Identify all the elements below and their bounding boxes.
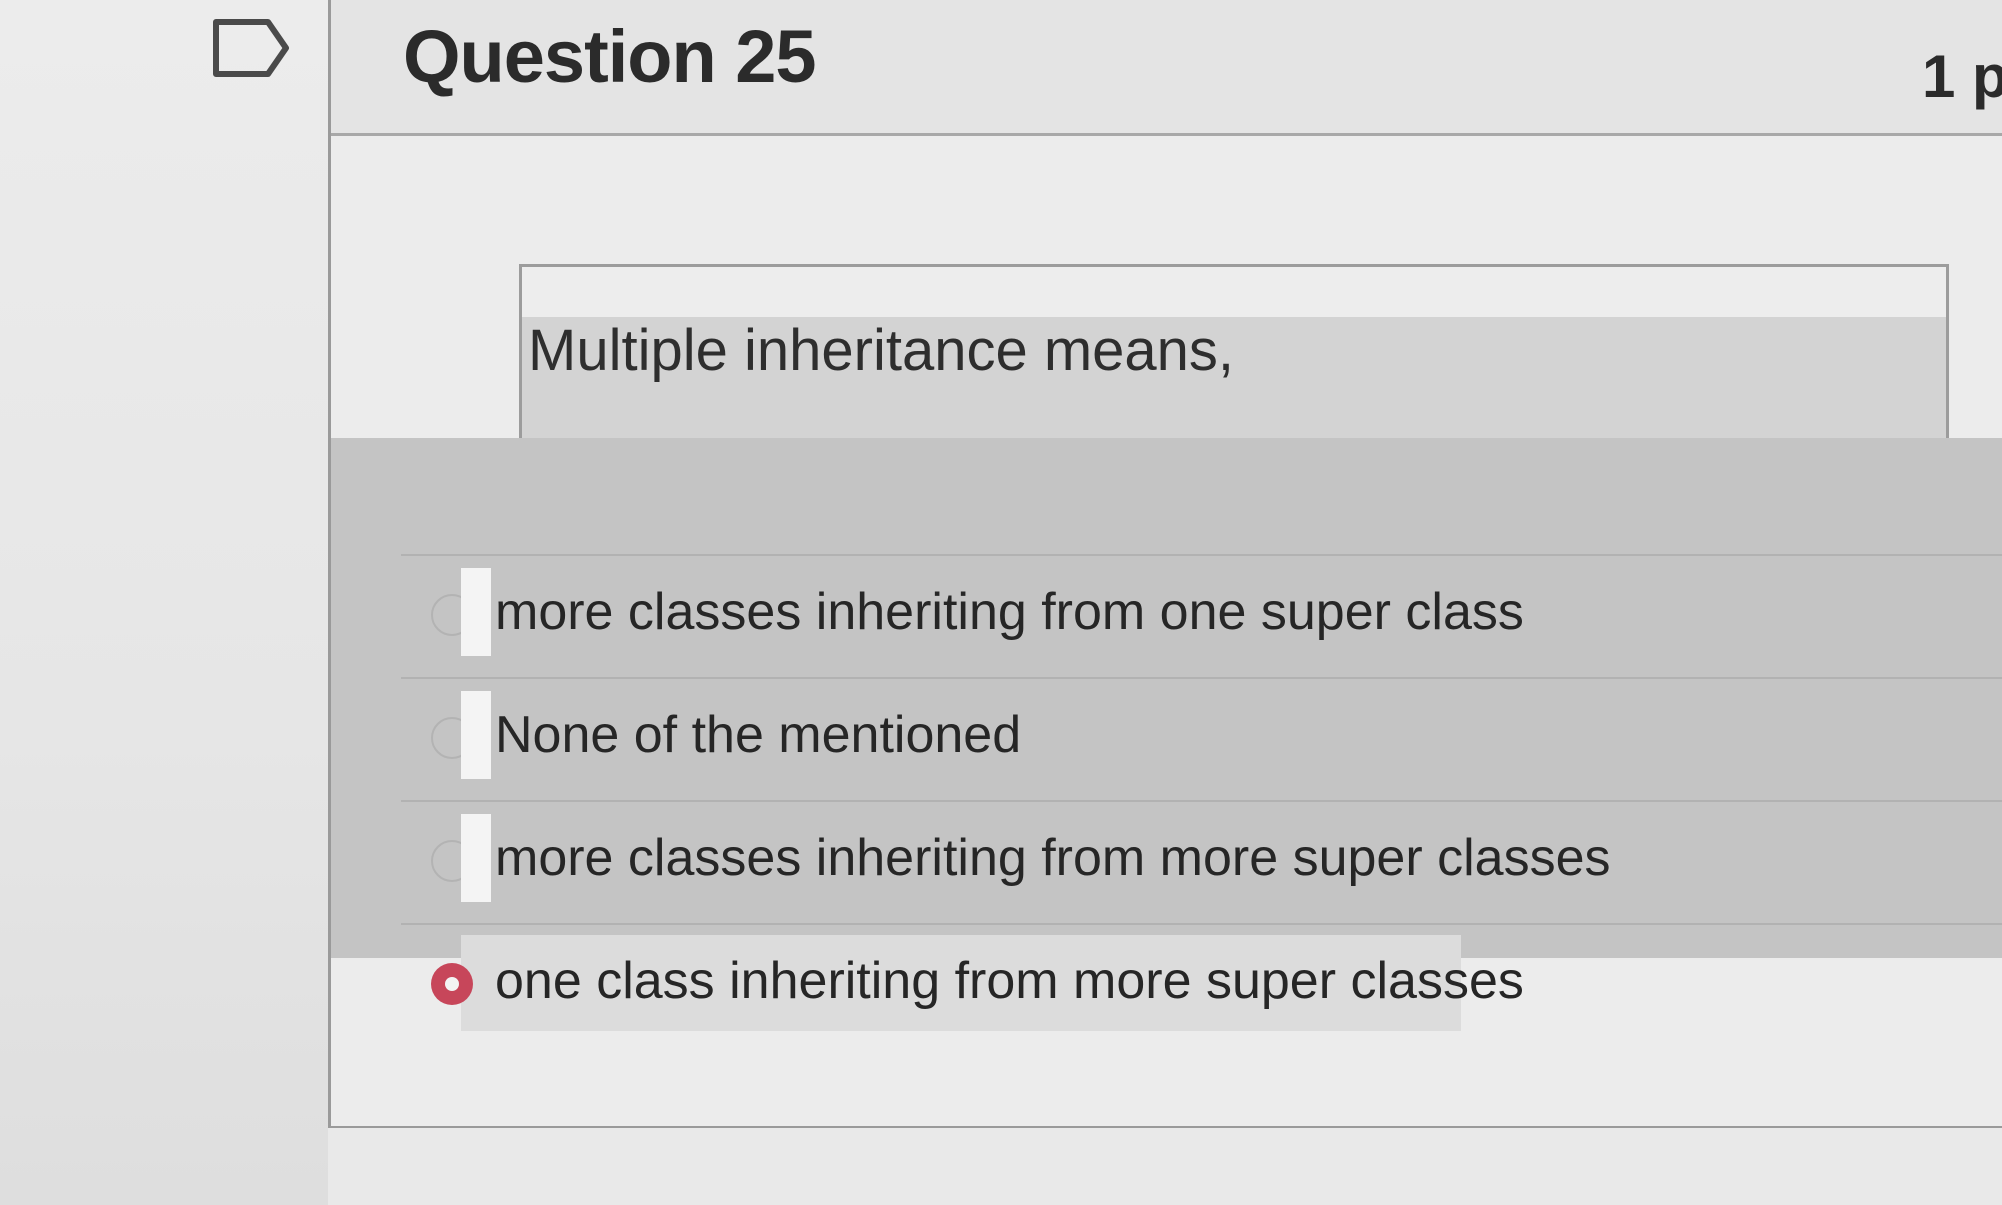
answer-option-2[interactable]: None of the mentioned <box>401 677 2002 800</box>
answer-label: one class inheriting from more super cla… <box>495 952 1524 1010</box>
radio-button-selected-icon[interactable] <box>431 963 473 1005</box>
answer-option-1[interactable]: more classes inheriting from one super c… <box>401 554 2002 677</box>
question-body: Multiple inheritance means, more classes… <box>331 136 2002 1126</box>
left-gutter <box>0 0 328 1205</box>
question-title: Question 25 <box>403 15 817 98</box>
answer-option-3[interactable]: more classes inheriting from more super … <box>401 800 2002 923</box>
answer-label: more classes inheriting from one super c… <box>495 583 1524 641</box>
question-prompt: Multiple inheritance means, <box>528 318 1235 383</box>
question-header: Question 25 1 p <box>331 0 2002 136</box>
question-card: Question 25 1 p Multiple inheritance mea… <box>328 0 2002 1128</box>
answer-marker <box>461 568 491 656</box>
answer-option-4[interactable]: one class inheriting from more super cla… <box>401 923 2002 1046</box>
answer-marker <box>461 814 491 902</box>
answer-marker <box>461 691 491 779</box>
answer-label: more classes inheriting from more super … <box>495 829 1611 887</box>
question-prompt-box: Multiple inheritance means, <box>519 264 1949 454</box>
flag-question-icon[interactable] <box>212 18 292 78</box>
answer-label: None of the mentioned <box>495 706 1022 764</box>
question-points: 1 p <box>1922 43 2002 110</box>
